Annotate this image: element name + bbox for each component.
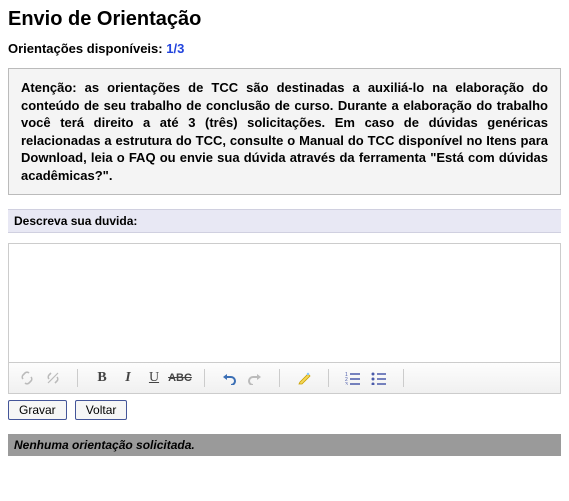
toolbar-separator (77, 369, 78, 387)
numbered-list-button[interactable]: 1 2 3 (341, 367, 365, 389)
redo-button[interactable] (243, 367, 267, 389)
save-button[interactable]: Gravar (8, 400, 67, 420)
clear-format-button[interactable] (292, 367, 316, 389)
link-button[interactable] (15, 367, 39, 389)
available-count: 1/3 (166, 41, 184, 56)
doubt-textarea[interactable] (9, 244, 560, 362)
clear-format-icon (297, 371, 311, 385)
bold-icon: B (97, 370, 106, 386)
describe-label: Descreva sua duvida: (8, 209, 561, 233)
action-button-row: Gravar Voltar (8, 400, 561, 420)
unlink-button[interactable] (41, 367, 65, 389)
undo-button[interactable] (217, 367, 241, 389)
toolbar-separator (328, 369, 329, 387)
editor-toolbar: B I U ABC (9, 362, 560, 393)
bullet-list-button[interactable] (367, 367, 391, 389)
back-button[interactable]: Voltar (75, 400, 128, 420)
toolbar-separator (403, 369, 404, 387)
toolbar-separator (204, 369, 205, 387)
undo-icon (221, 371, 237, 385)
italic-button[interactable]: I (116, 367, 140, 389)
page-title: Envio de Orientação (8, 8, 561, 31)
italic-icon: I (125, 370, 130, 386)
editor-container: B I U ABC (8, 243, 561, 394)
status-bar: Nenhuma orientação solicitada. (8, 434, 561, 456)
underline-icon: U (149, 370, 159, 386)
bold-button[interactable]: B (90, 367, 114, 389)
available-count-row: Orientações disponíveis: 1/3 (8, 41, 561, 56)
unlink-icon (46, 371, 60, 385)
numbered-list-icon: 1 2 3 (345, 371, 361, 385)
toolbar-separator (279, 369, 280, 387)
link-icon (20, 371, 34, 385)
strikethrough-icon: ABC (168, 372, 192, 384)
underline-button[interactable]: U (142, 367, 166, 389)
available-label: Orientações disponíveis: (8, 41, 163, 56)
attention-notice: Atenção: as orientações de TCC são desti… (8, 68, 561, 195)
svg-text:3: 3 (345, 382, 348, 385)
redo-icon (247, 371, 263, 385)
strikethrough-button[interactable]: ABC (168, 367, 192, 389)
bullet-list-icon (371, 371, 387, 385)
